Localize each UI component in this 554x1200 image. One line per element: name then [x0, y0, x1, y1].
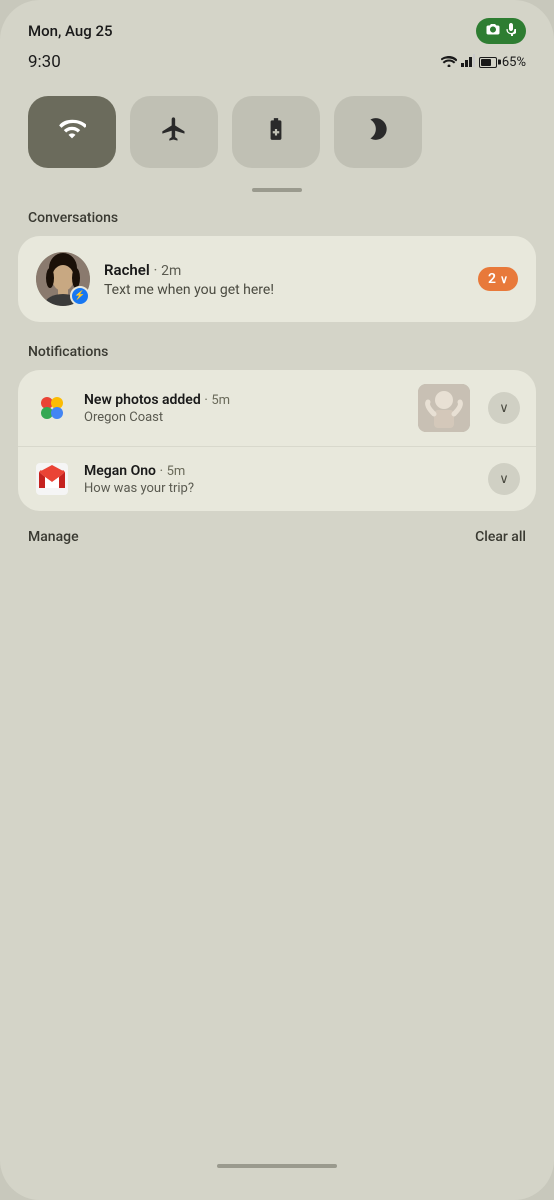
status-bar: Mon, Aug 25 — [0, 0, 554, 50]
unread-badge[interactable]: 2 ∨ — [478, 267, 518, 291]
badge-chevron-icon: ∨ — [500, 273, 508, 286]
photos-thumbnail — [418, 384, 470, 432]
moon-tile-icon — [365, 116, 391, 148]
status-date: Mon, Aug 25 — [28, 22, 113, 40]
messenger-badge: ⚡ — [70, 286, 90, 306]
camera-icon — [486, 23, 500, 39]
gmail-notification-content: Megan Ono · 5m How was your trip? — [84, 463, 474, 496]
battery-percent: 65% — [502, 55, 526, 70]
messenger-icon: ⚡ — [74, 291, 85, 301]
camera-mic-indicator — [476, 18, 526, 44]
avatar-container: ⚡ — [36, 252, 90, 306]
qs-tile-airplane[interactable] — [130, 96, 218, 168]
connectivity-area: 65% — [441, 54, 526, 71]
conversation-card-rachel[interactable]: ⚡ Rachel · 2m Text me when you get here!… — [18, 236, 536, 322]
conversation-message: Text me when you get here! — [104, 282, 464, 298]
expand-chevron-icon: ∨ — [499, 400, 509, 416]
notifications-section: Notifications New photos added — [0, 344, 554, 511]
phone-screen: Mon, Aug 25 9:30 — [0, 0, 554, 1200]
status-icons — [476, 18, 526, 44]
conversations-section: Conversations — [0, 210, 554, 322]
qs-tile-night-mode[interactable] — [334, 96, 422, 168]
time-display: 9:30 — [28, 52, 61, 72]
google-photos-icon — [34, 390, 70, 426]
gmail-notification-title: Megan Ono · 5m — [84, 463, 474, 479]
conversation-sender: Rachel · 2m — [104, 261, 464, 279]
notifications-group: New photos added · 5m Oregon Coast — [18, 370, 536, 511]
notifications-label: Notifications — [0, 344, 554, 360]
conversations-label: Conversations — [0, 210, 554, 226]
notification-item-gmail[interactable]: Megan Ono · 5m How was your trip? ∨ — [18, 446, 536, 511]
gmail-expand-chevron-icon: ∨ — [499, 471, 509, 487]
signal-icon — [461, 54, 475, 71]
battery-icon — [479, 57, 498, 68]
gmail-icon — [34, 461, 70, 497]
conversation-content: Rachel · 2m Text me when you get here! — [104, 261, 464, 298]
wifi-tile-icon — [58, 115, 86, 149]
drag-handle — [252, 188, 302, 192]
bottom-nav-handle — [217, 1164, 337, 1168]
qs-tile-wifi[interactable] — [28, 96, 116, 168]
photos-expand-button[interactable]: ∨ — [488, 392, 520, 424]
photos-notification-subtitle: Oregon Coast — [84, 410, 404, 425]
qs-tile-battery-saver[interactable] — [232, 96, 320, 168]
mic-icon — [506, 22, 516, 40]
bottom-actions: Manage Clear all — [0, 511, 554, 555]
clear-all-button[interactable]: Clear all — [475, 529, 526, 545]
unread-count: 2 — [488, 271, 496, 287]
gmail-expand-button[interactable]: ∨ — [488, 463, 520, 495]
battery-plus-tile-icon — [263, 115, 289, 149]
quick-settings-row — [0, 82, 554, 178]
photos-notification-content: New photos added · 5m Oregon Coast — [84, 392, 404, 425]
airplane-tile-icon — [160, 115, 188, 149]
manage-button[interactable]: Manage — [28, 529, 79, 545]
notification-item-photos[interactable]: New photos added · 5m Oregon Coast — [18, 370, 536, 446]
photos-notification-title: New photos added · 5m — [84, 392, 404, 408]
time-row: 9:30 6 — [0, 50, 554, 82]
gmail-notification-subtitle: How was your trip? — [84, 481, 474, 496]
wifi-status-icon — [441, 54, 457, 71]
